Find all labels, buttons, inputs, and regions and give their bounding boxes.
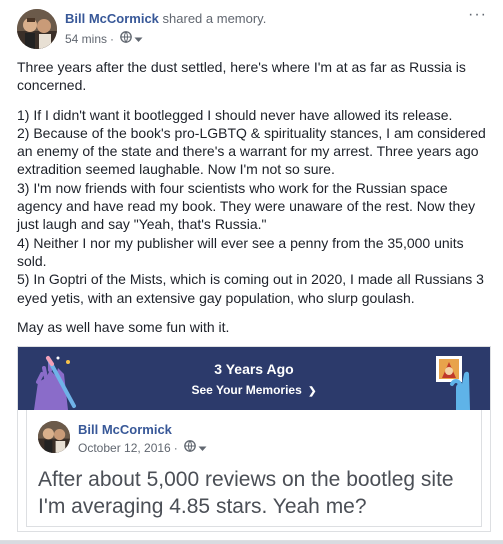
memory-card[interactable]: 3 Years Ago See Your Memories ❯ Bill McC… — [17, 346, 491, 532]
list-item: 2) Because of the book's pro-LGBTQ & spi… — [17, 124, 486, 178]
globe-icon[interactable] — [120, 31, 132, 46]
globe-icon[interactable] — [183, 440, 196, 455]
original-author-name[interactable]: Bill McCormick — [78, 422, 172, 437]
see-memories-link[interactable]: See Your Memories ❯ — [18, 383, 490, 397]
post-timestamp[interactable]: 54 mins — [65, 32, 107, 46]
chevron-right-icon: ❯ — [308, 386, 317, 397]
shared-memory-text: shared a memory. — [158, 11, 267, 26]
post-list: 1) If I didn't want it bootlegged I shou… — [17, 106, 487, 307]
original-post-text: After about 5,000 reviews on the bootleg… — [38, 468, 454, 518]
author-avatar[interactable] — [17, 9, 57, 49]
list-item: 4) Neither I nor my publisher will ever … — [17, 234, 464, 269]
more-options-icon[interactable]: ··· — [468, 7, 487, 23]
original-post[interactable]: Bill McCormick October 12, 2016 · After … — [26, 410, 482, 527]
audience-dropdown-icon[interactable] — [198, 441, 207, 455]
author-line: Bill McCormick shared a memory. — [65, 11, 266, 26]
memory-title: 3 Years Ago — [214, 361, 294, 377]
post-intro: Three years after the dust settled, here… — [17, 59, 466, 94]
avatar-photo — [38, 421, 70, 453]
photo-hand-illustration — [434, 354, 474, 415]
meta-separator: · — [110, 31, 115, 46]
memory-banner[interactable]: 3 Years Ago See Your Memories ❯ — [18, 347, 490, 410]
meta-separator: · — [173, 440, 178, 455]
avatar-photo — [17, 9, 57, 49]
post-body: Three years after the dust settled, here… — [17, 58, 487, 336]
list-item: 1) If I didn't want it bootlegged I shou… — [17, 106, 453, 123]
original-post-date[interactable]: October 12, 2016 — [78, 441, 171, 455]
post-closing: May as well have some fun with it. — [17, 318, 230, 335]
list-item: 5) In Goptri of the Mists, which is comi… — [17, 271, 484, 306]
original-author-avatar[interactable] — [38, 421, 70, 453]
memory-post: Bill McCormick shared a memory. 54 mins … — [0, 0, 503, 541]
author-name-link[interactable]: Bill McCormick — [65, 11, 159, 26]
post-meta: 54 mins · — [65, 31, 143, 46]
post-header: Bill McCormick shared a memory. 54 mins … — [17, 7, 487, 51]
audience-dropdown-icon[interactable] — [134, 32, 143, 46]
see-memories-label: See Your Memories — [191, 383, 302, 397]
list-item: 3) I'm now friends with four scientists … — [17, 179, 476, 233]
original-post-meta: October 12, 2016 · — [78, 440, 207, 455]
